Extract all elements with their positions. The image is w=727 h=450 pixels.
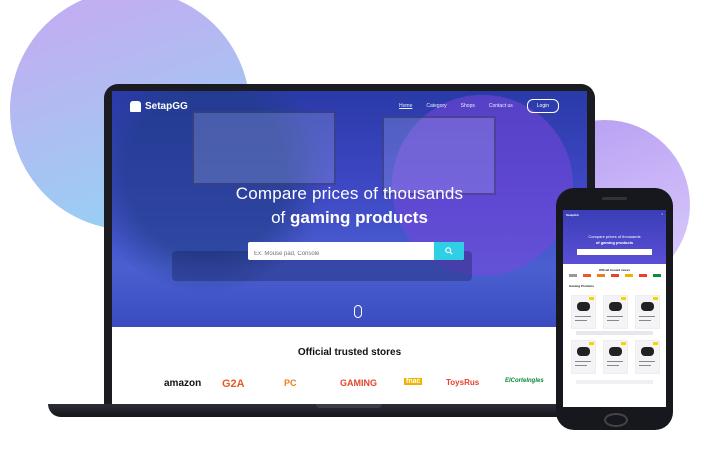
store-logo-amazon[interactable]: amazon (164, 378, 201, 389)
scroll-down-icon[interactable] (354, 305, 362, 318)
phone-product-card[interactable] (571, 340, 596, 374)
phone-hero-line2: of gaming products (595, 240, 634, 245)
headset-icon (609, 302, 622, 311)
gamepad-icon (577, 347, 590, 356)
logo-mark-icon (130, 101, 141, 112)
phone-store-logo[interactable] (597, 274, 605, 277)
mouse-icon (641, 302, 654, 311)
store-logo-elcorteingles[interactable]: ElCorteIngles (505, 378, 544, 384)
phone-stores-title: Official trusted stores (598, 268, 630, 272)
laptop-mockup: SetapGG Home Category Shops Contact us L… (104, 84, 595, 406)
store-logo-g2a[interactable]: G2A (222, 378, 245, 390)
hero-section: SetapGG Home Category Shops Contact us L… (112, 91, 587, 327)
store-logo-fnac[interactable]: fnac (404, 378, 423, 385)
price-tag (653, 297, 658, 300)
price-tag (589, 342, 594, 345)
hero-title-line1: Compare prices of thousands (235, 184, 464, 203)
phone-section-title: Gaming Products (569, 284, 595, 288)
site-logo[interactable]: SetapGG (130, 101, 188, 112)
phone-store-logo[interactable] (583, 274, 591, 277)
search-bar (248, 242, 464, 263)
phone-store-logo[interactable] (625, 274, 633, 277)
phone-store-logos (569, 274, 661, 278)
stores-section: Official trusted stores amazon G2A PC GA… (112, 327, 587, 404)
phone-speaker (602, 197, 627, 200)
phone-store-logo[interactable] (569, 274, 577, 277)
main-nav: Home Category Shops Contact us Login (399, 99, 559, 113)
phone-menu-icon[interactable]: ≡ (662, 213, 663, 216)
phone-hero: SetapGG ≡ Compare prices of thousands of… (563, 210, 666, 264)
product-text-line (575, 320, 587, 322)
search-icon (445, 247, 453, 255)
product-text-line (607, 361, 623, 363)
search-input[interactable] (248, 245, 440, 263)
phone-search-input[interactable] (577, 249, 652, 255)
nav-contact[interactable]: Contact us (489, 103, 513, 109)
hero-background-monitor (192, 111, 336, 185)
nav-shops[interactable]: Shops (461, 103, 475, 109)
price-tag (621, 342, 626, 345)
phone-store-logo[interactable] (639, 274, 647, 277)
product-text-line (639, 361, 655, 363)
price-tag (589, 297, 594, 300)
phone-hero-line1: Compare prices of thousands (588, 234, 641, 239)
product-text-line (607, 316, 623, 318)
product-text-line (575, 361, 591, 363)
product-text-line (575, 365, 587, 367)
phone-brand[interactable]: SetapGG (566, 213, 579, 217)
phone-footer-bar (576, 380, 653, 384)
laptop-notch (316, 404, 382, 408)
hero-title-highlight: gaming products (290, 208, 428, 227)
product-text-line (575, 316, 591, 318)
price-tag (653, 342, 658, 345)
phone-product-card[interactable] (571, 295, 596, 329)
phone-product-card[interactable] (603, 340, 628, 374)
nav-category[interactable]: Category (426, 103, 446, 109)
phone-screen: SetapGG ≡ Compare prices of thousands of… (563, 210, 666, 407)
hero-title-line2: of gaming products (112, 208, 587, 228)
phone-product-card[interactable] (603, 295, 628, 329)
phone-product-card[interactable] (635, 340, 660, 374)
gamepad-icon (577, 302, 590, 311)
site-brand: SetapGG (145, 101, 188, 112)
nav-home[interactable]: Home (399, 103, 412, 109)
phone-store-logo[interactable] (653, 274, 661, 277)
hero-title-prefix: of (271, 208, 290, 227)
price-tag (621, 297, 626, 300)
product-text-line (639, 365, 651, 367)
store-logo-pc[interactable]: PC (284, 378, 297, 388)
stores-title: Official trusted stores (297, 347, 402, 358)
search-button[interactable] (434, 242, 464, 260)
laptop-screen: SetapGG Home Category Shops Contact us L… (112, 91, 587, 404)
phone-product-card[interactable] (635, 295, 660, 329)
phone-store-logo[interactable] (611, 274, 619, 277)
product-text-line (639, 316, 655, 318)
product-text-line (607, 365, 619, 367)
login-button[interactable]: Login (526, 99, 559, 113)
phone-mockup: SetapGG ≡ Compare prices of thousands of… (556, 188, 673, 430)
mouse-icon (641, 347, 654, 356)
product-text-line (607, 320, 619, 322)
phone-home-button[interactable] (604, 413, 628, 427)
store-logo-toysrus[interactable]: ToysRus (446, 378, 479, 387)
product-text-line (639, 320, 651, 322)
headset-icon (609, 347, 622, 356)
store-logo-gaming[interactable]: GAMING (340, 378, 377, 388)
phone-divider (576, 331, 653, 335)
